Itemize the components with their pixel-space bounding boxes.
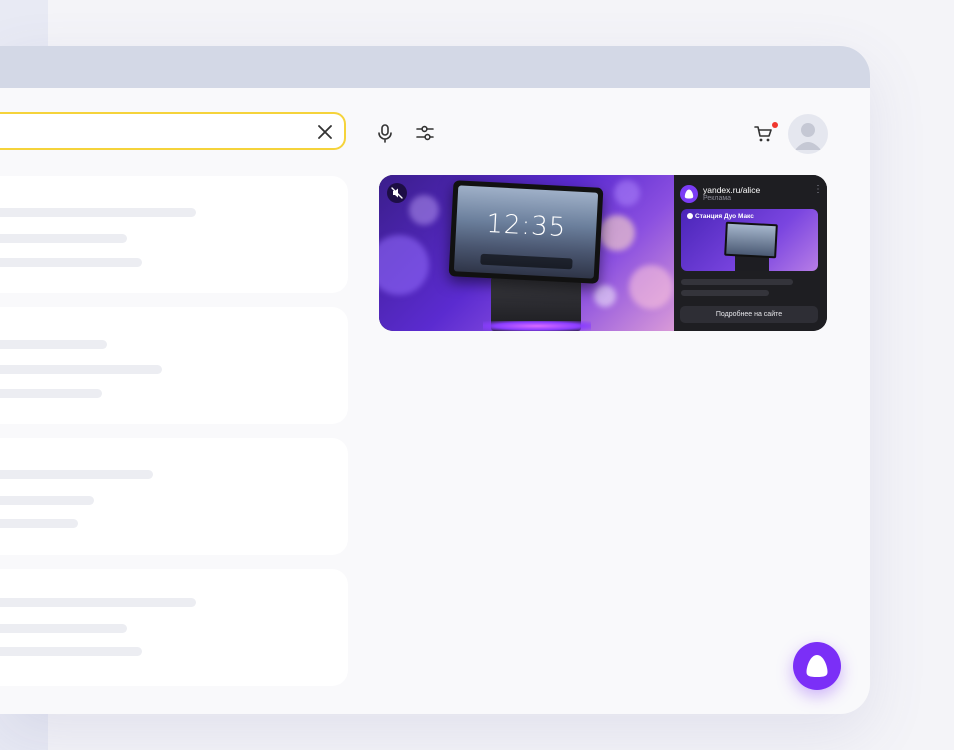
ad-thumb-title-row: Станция Дуо Макс	[687, 213, 754, 220]
user-avatar[interactable]	[788, 114, 828, 154]
filter-sliders-icon[interactable]	[414, 122, 436, 144]
browser-window: 12:35 yandex.ru/alice Реклама ⋮ Станция …	[0, 46, 870, 714]
skeleton-line	[0, 389, 102, 398]
bokeh-light	[599, 215, 635, 251]
user-avatar-icon	[795, 123, 821, 150]
mini-device-screen	[726, 223, 776, 257]
ad-card[interactable]: 12:35 yandex.ru/alice Реклама ⋮ Станция …	[379, 175, 827, 331]
ad-skeleton-line	[681, 279, 793, 285]
skeleton-line	[0, 258, 142, 267]
device-widget-bar	[480, 253, 573, 270]
skeleton-line	[0, 208, 196, 217]
speaker-glow	[483, 321, 591, 331]
ad-thumbnail[interactable]: Станция Дуо Макс	[681, 209, 818, 271]
search-input[interactable]	[0, 112, 346, 150]
ad-side-panel: yandex.ru/alice Реклама ⋮ Станция Дуо Ма…	[674, 175, 827, 331]
device-screen: 12:35	[453, 185, 599, 279]
window-titlebar	[0, 46, 870, 88]
bokeh-light	[629, 265, 673, 309]
bokeh-light	[379, 235, 429, 295]
mini-device	[724, 221, 778, 259]
alice-logo	[680, 185, 698, 203]
alice-icon	[806, 655, 828, 677]
cart-notification-badge	[772, 122, 778, 128]
ad-cta-button[interactable]: Подробнее на сайте	[680, 306, 818, 323]
result-card-skeleton	[0, 307, 348, 424]
skeleton-line	[0, 647, 142, 656]
skeleton-line	[0, 234, 127, 243]
product-badge-icon	[687, 213, 693, 219]
cart-icon[interactable]	[752, 122, 774, 144]
ad-skeleton-line	[681, 290, 769, 296]
result-card-skeleton	[0, 176, 348, 293]
result-card-skeleton	[0, 438, 348, 555]
skeleton-line	[0, 624, 127, 633]
mini-speaker-stand	[735, 256, 769, 271]
skeleton-line	[0, 519, 78, 528]
alice-icon	[684, 189, 694, 199]
mute-button[interactable]	[387, 183, 407, 203]
skeleton-line	[0, 365, 162, 374]
ad-label: Реклама	[703, 195, 732, 202]
bokeh-light	[614, 180, 640, 206]
skeleton-line	[0, 598, 196, 607]
skeleton-line	[0, 496, 94, 505]
ad-video[interactable]: 12:35	[379, 175, 674, 331]
close-icon[interactable]	[314, 121, 336, 143]
muted-speaker-icon	[391, 187, 403, 199]
alice-assistant-button[interactable]	[793, 642, 841, 690]
microphone-icon[interactable]	[374, 122, 396, 144]
ad-domain-link[interactable]: yandex.ru/alice	[703, 185, 760, 195]
device-clock: 12:35	[485, 208, 568, 244]
more-vertical-icon[interactable]: ⋮	[813, 184, 823, 195]
skeleton-line	[0, 470, 153, 479]
smart-display-device: 12:35	[448, 180, 604, 284]
ad-thumb-title: Станция Дуо Макс	[695, 213, 754, 220]
bokeh-light	[594, 285, 616, 307]
bokeh-light	[409, 195, 439, 225]
result-card-skeleton	[0, 569, 348, 686]
skeleton-line	[0, 340, 107, 349]
